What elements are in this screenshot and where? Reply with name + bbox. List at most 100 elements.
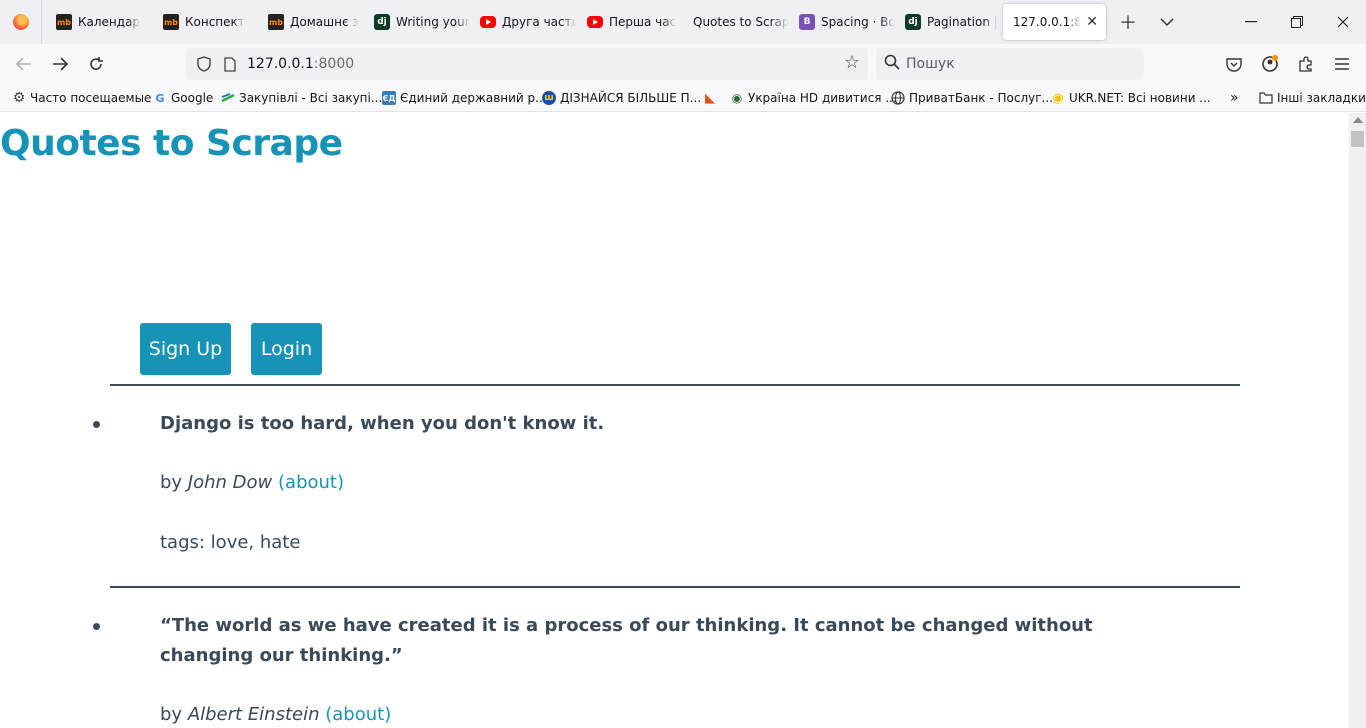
site-info-button[interactable] <box>220 54 240 74</box>
quote-byline: by Albert Einstein (about) <box>160 704 391 725</box>
bookmark-google[interactable]: G Google <box>153 89 213 107</box>
tab-calendar[interactable]: mb Календар <box>46 4 152 40</box>
mb-icon: mb <box>268 14 284 30</box>
scrollbar-thumb[interactable] <box>1351 131 1364 147</box>
reload-icon <box>90 57 103 70</box>
mb-icon: mb <box>56 14 72 30</box>
tracking-protection-button[interactable] <box>194 54 214 74</box>
scroll-up-arrow-icon[interactable] <box>1353 117 1363 123</box>
quote-text: Django is too hard, when you don't know … <box>160 413 605 434</box>
tab-pagination[interactable]: dj Pagination | <box>895 4 1001 40</box>
back-button[interactable] <box>10 50 38 78</box>
tab-label: Quotes to Scrap <box>693 15 789 29</box>
page-icon <box>224 56 236 72</box>
list-bullet <box>93 421 100 428</box>
search-icon <box>884 54 900 74</box>
url-host: 127.0.0.1 <box>247 56 314 72</box>
fox-icon: ◣ <box>705 90 715 106</box>
tab-active-localhost[interactable]: 127.0.0.1:8000 ✕ <box>1003 4 1106 40</box>
tab-label: 127.0.0.1:8000 <box>1013 15 1081 29</box>
registry-icon: ЄД <box>382 91 396 105</box>
url-text[interactable]: 127.0.0.1:8000 <box>247 56 354 72</box>
bookmark-label: UKR.NET: Всі новини ... <box>1069 91 1211 105</box>
restore-button[interactable] <box>1274 0 1320 44</box>
tab-writing[interactable]: dj Writing your <box>364 4 470 40</box>
tab-homework[interactable]: mb Домашнє з <box>258 4 364 40</box>
login-button[interactable]: Login <box>251 323 322 375</box>
about-link[interactable]: (about) <box>325 704 391 725</box>
tab-spacing[interactable]: B Spacing · Bo <box>789 4 895 40</box>
pocket-button[interactable] <box>1220 50 1248 78</box>
bookmark-diznaisya[interactable]: ш ДІЗНАЙСЯ БІЛЬШЕ П... <box>542 89 701 107</box>
by-prefix: by <box>160 704 183 725</box>
django-icon: dj <box>905 14 921 30</box>
tab-part-one[interactable]: Перша час <box>577 4 683 40</box>
tab-label: Домашнє з <box>290 15 359 29</box>
quote-text: “The world as we have created it is a pr… <box>160 615 1093 666</box>
new-tab-button[interactable]: ＋ <box>1114 8 1142 36</box>
youtube-icon <box>587 16 603 28</box>
bookmark-label: ПриватБанк - Послуг... <box>909 91 1053 105</box>
firefox-menu-button[interactable] <box>0 0 42 44</box>
bootstrap-icon: B <box>799 14 815 30</box>
quote-author: Albert Einstein <box>187 704 320 725</box>
list-tabs-button[interactable] <box>1153 8 1181 36</box>
tab-konspekt[interactable]: mb Конспект <box>153 4 259 40</box>
bookmark-registry[interactable]: ЄД Єдиний державний р... <box>382 89 547 107</box>
tab-label: Writing your <box>396 15 470 29</box>
by-prefix: by <box>160 472 183 493</box>
quote-author: John Dow <box>187 472 273 493</box>
puzzle-icon <box>1299 56 1312 72</box>
app-menu-button[interactable] <box>1328 50 1356 78</box>
bookmark-prozorro[interactable]: Закупівлі - Всі закупі... <box>221 89 382 107</box>
quote-byline: by John Dow (about) <box>160 472 344 493</box>
bookmark-label: Google <box>171 91 214 105</box>
hamburger-menu-icon <box>1335 58 1349 70</box>
tv-icon: ◉ <box>731 91 743 105</box>
about-link[interactable]: (about) <box>278 472 344 493</box>
bookmark-fox[interactable]: ◣ <box>703 89 717 107</box>
tab-label: Pagination | <box>927 15 998 29</box>
folder-icon <box>1259 91 1273 105</box>
prozorro-icon <box>221 91 235 105</box>
bookmark-label: Інші закладки <box>1277 91 1366 105</box>
tab-label: Друга части <box>502 15 576 29</box>
search-input[interactable]: Пошук <box>906 56 955 72</box>
double-chevron-right-icon: » <box>1230 90 1239 106</box>
arrow-left-icon <box>16 57 31 71</box>
tab-quotes[interactable]: Quotes to Scrap <box>683 4 789 40</box>
arrow-right-icon <box>53 57 68 71</box>
vertical-scrollbar[interactable] <box>1349 113 1366 728</box>
signup-button[interactable]: Sign Up <box>140 323 231 375</box>
navigation-toolbar: 127.0.0.1:8000 ☆ Пошук <box>0 44 1366 84</box>
bookmarks-overflow-button[interactable]: » <box>1230 89 1239 107</box>
bookmark-label: Часто посещаемые <box>30 91 152 105</box>
django-icon: dj <box>374 14 390 30</box>
extensions-button[interactable] <box>1292 50 1320 78</box>
account-button[interactable] <box>1256 50 1284 78</box>
tab-label: Календар <box>78 15 141 29</box>
site-title[interactable]: Quotes to Scrape <box>0 123 343 164</box>
bookmark-label: ДІЗНАЙСЯ БІЛЬШЕ П... <box>560 91 702 105</box>
search-bar[interactable]: Пошук <box>876 48 1144 80</box>
forward-button[interactable] <box>46 50 74 78</box>
reload-button[interactable] <box>82 50 110 78</box>
bookmark-privatbank[interactable]: ПриватБанк - Послуг... <box>891 89 1053 107</box>
tab-part-two[interactable]: Друга части <box>470 4 576 40</box>
tab-label: Перша час <box>609 15 677 29</box>
minimize-button[interactable] <box>1228 0 1274 44</box>
bookmark-ukrnet[interactable]: ◉ UKR.NET: Всі новини ... <box>1051 89 1211 107</box>
other-bookmarks-folder[interactable]: Інші закладки <box>1259 89 1366 107</box>
bookmark-star-icon[interactable]: ☆ <box>844 52 860 73</box>
bookmark-most-visited[interactable]: ⚙ Часто посещаемые <box>12 89 152 107</box>
close-tab-icon[interactable]: ✕ <box>1086 14 1098 30</box>
bookmark-ukraine-hd[interactable]: ◉ Україна HD дивитися ... <box>730 89 897 107</box>
firefox-icon <box>12 14 29 30</box>
url-bar[interactable]: 127.0.0.1:8000 ☆ <box>186 48 868 80</box>
google-icon: G <box>155 91 165 105</box>
bookmark-label: Закупівлі - Всі закупі... <box>239 91 383 105</box>
close-window-button[interactable] <box>1320 0 1366 44</box>
account-icon <box>1262 55 1278 72</box>
globe-icon <box>891 91 905 105</box>
youtube-icon <box>480 16 496 28</box>
